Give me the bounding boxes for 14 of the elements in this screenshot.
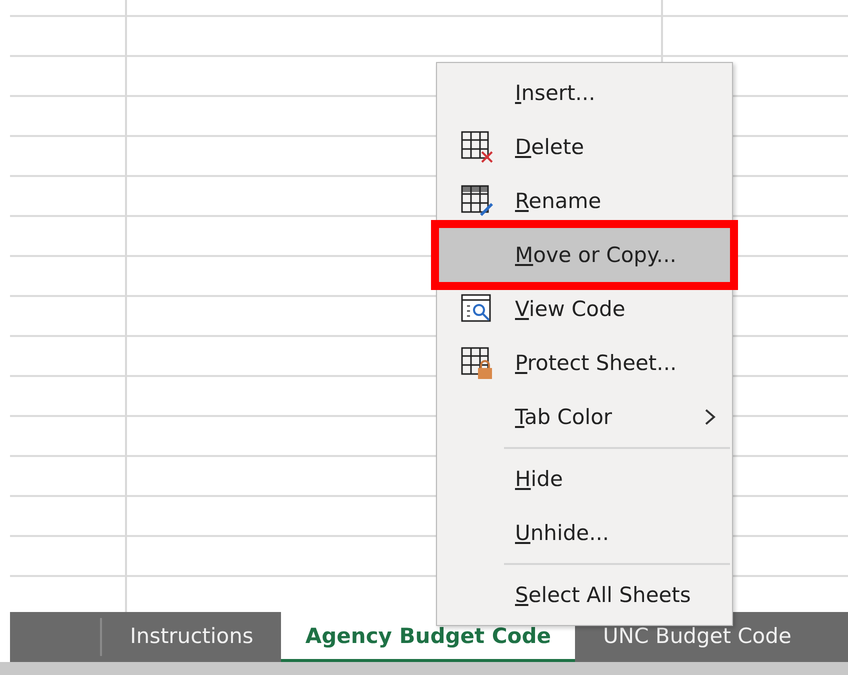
menu-item[interactable]: Delete (439, 120, 730, 174)
menu-item[interactable]: Insert... (439, 66, 730, 120)
menu-item[interactable]: Unhide... (439, 506, 730, 560)
table-lock-icon (460, 346, 494, 380)
table-delete-icon (460, 130, 494, 164)
chevron-right-icon (704, 408, 716, 426)
menu-item[interactable]: Rename (439, 174, 730, 228)
table-pencil-icon (460, 184, 494, 218)
menu-item[interactable]: View Code (439, 282, 730, 336)
menu-item[interactable]: Tab Color (439, 390, 730, 444)
sheet-tab[interactable]: Instructions (102, 612, 282, 662)
menu-item[interactable]: Protect Sheet... (439, 336, 730, 390)
menu-item[interactable]: Move or Copy... (439, 228, 730, 282)
menu-item[interactable]: Hide (439, 452, 730, 506)
